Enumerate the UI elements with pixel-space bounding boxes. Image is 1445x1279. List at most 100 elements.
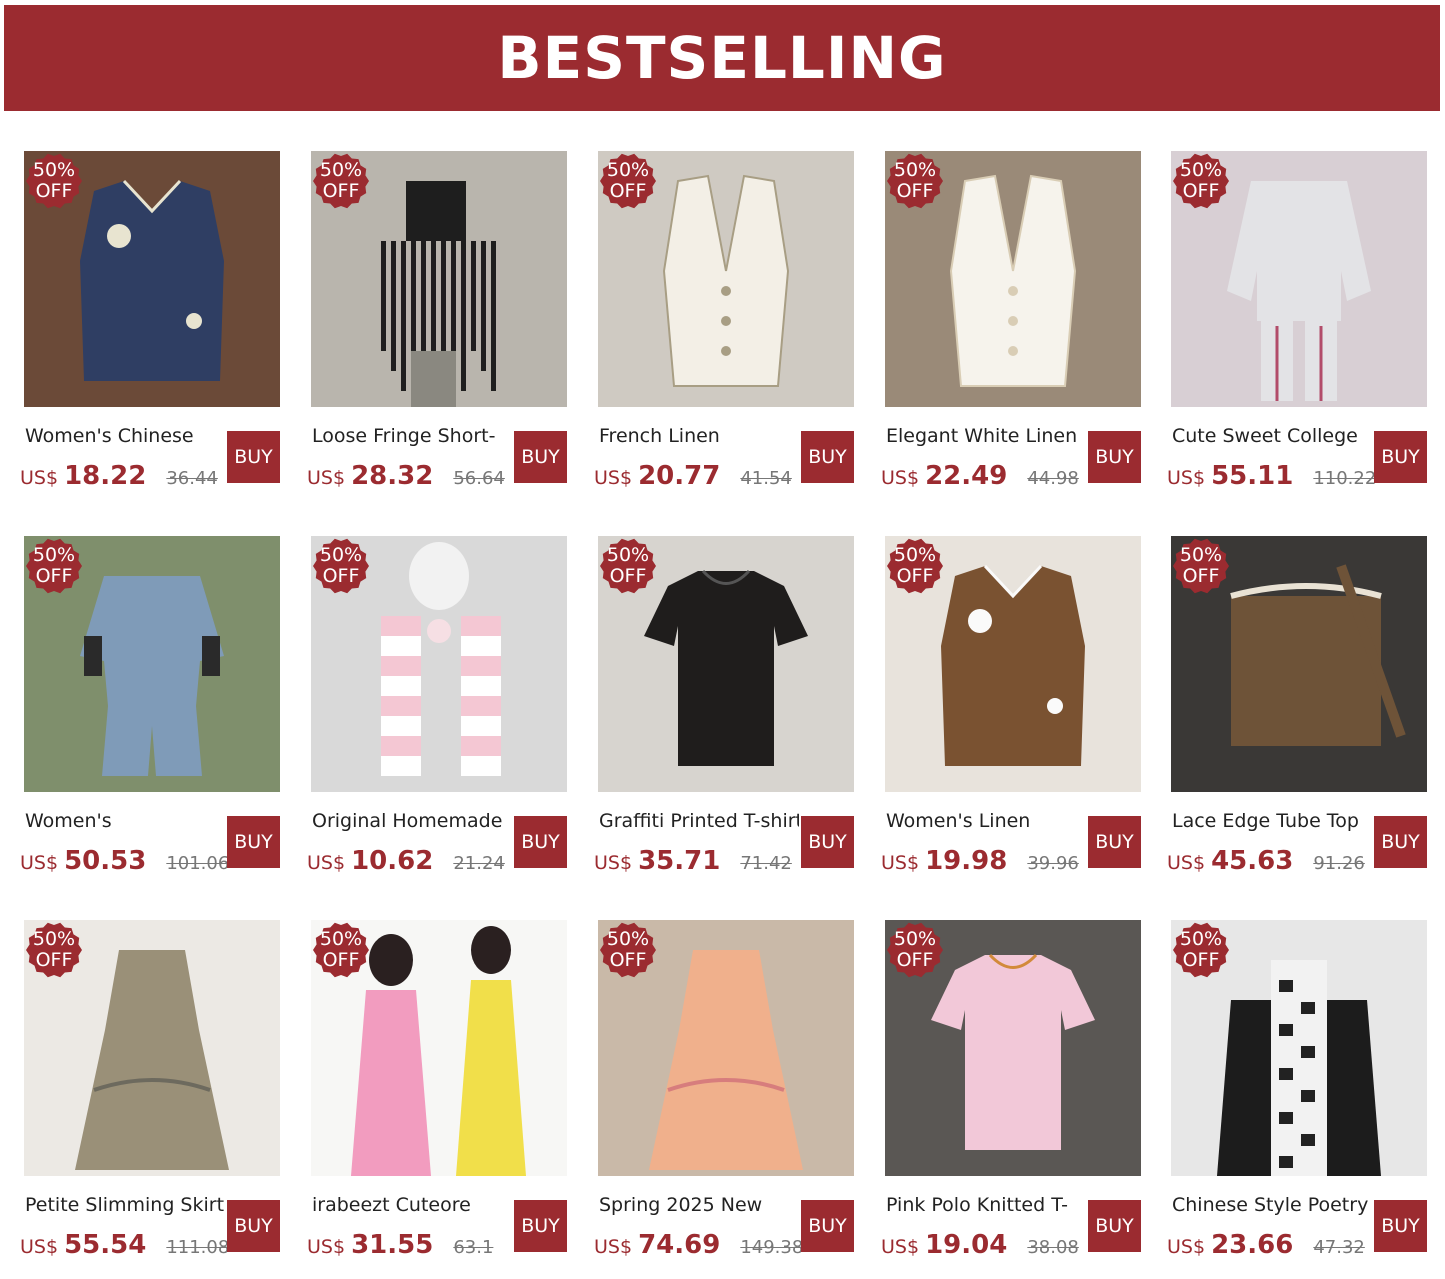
discount-percent: 50% <box>893 159 937 181</box>
sale-price: 35.71 <box>638 846 721 876</box>
buy-button[interactable]: BUY <box>1374 816 1427 868</box>
discount-badge: 50% OFF <box>600 538 656 594</box>
product-title[interactable]: Petite Slimming Skirt <box>25 1194 225 1216</box>
discount-percent: 50% <box>893 928 937 950</box>
sale-price: 45.63 <box>1211 846 1294 876</box>
discount-percent: 50% <box>893 544 937 566</box>
buy-button[interactable]: BUY <box>1374 1200 1427 1252</box>
original-price: 38.08 <box>1027 1237 1079 1258</box>
price-row: US$ 55.11 110.22 <box>1167 461 1377 491</box>
product-card[interactable]: 50% OFF Chinese Style Poetry US$ 23.66 47.3… <box>1167 920 1435 1270</box>
buy-button[interactable]: BUY <box>1088 816 1141 868</box>
discount-off: OFF <box>1182 180 1220 202</box>
discount-badge: 50% OFF <box>313 538 369 594</box>
product-title[interactable]: Graffiti Printed T-shirt <box>599 810 799 832</box>
product-title[interactable]: Original Homemade <box>312 810 512 832</box>
sale-price: 55.54 <box>64 1230 147 1260</box>
buy-button[interactable]: BUY <box>514 1200 567 1252</box>
product-title[interactable]: Cute Sweet College <box>1172 425 1372 447</box>
discount-off: OFF <box>896 565 934 587</box>
buy-button[interactable]: BUY <box>514 431 567 483</box>
product-card[interactable]: 50% OFF Loose Fringe Short- US$ 28.32 56.64… <box>307 151 575 501</box>
product-card[interactable]: 50% OFF Women's Linen US$ 19.98 39.96 BUY <box>881 536 1149 886</box>
buy-button[interactable]: BUY <box>514 816 567 868</box>
price-row: US$ 19.98 39.96 <box>881 846 1091 876</box>
product-card[interactable]: 50% OFF Petite Slimming Skirt US$ 55.54 111… <box>20 920 288 1270</box>
price-row: US$ 19.04 38.08 <box>881 1230 1091 1260</box>
price-row: US$ 74.69 149.38 <box>594 1230 804 1260</box>
buy-button[interactable]: BUY <box>227 816 280 868</box>
buy-button[interactable]: BUY <box>801 1200 854 1252</box>
buy-button[interactable]: BUY <box>1088 1200 1141 1252</box>
product-card[interactable]: 50% OFF Cute Sweet College US$ 55.11 110.22… <box>1167 151 1435 501</box>
product-title[interactable]: Loose Fringe Short- <box>312 425 512 447</box>
product-title[interactable]: Women's Linen <box>886 810 1086 832</box>
product-card[interactable]: 50% OFF Pink Polo Knitted T- US$ 19.04 38.0… <box>881 920 1149 1270</box>
product-title[interactable]: Elegant White Linen <box>886 425 1086 447</box>
buy-button[interactable]: BUY <box>1088 431 1141 483</box>
currency-label: US$ <box>881 852 920 874</box>
product-title[interactable]: Chinese Style Poetry <box>1172 1194 1372 1216</box>
currency-label: US$ <box>881 1236 920 1258</box>
product-title[interactable]: irabeezt Cuteore <box>312 1194 512 1216</box>
buy-button[interactable]: BUY <box>227 1200 280 1252</box>
product-card[interactable]: 50% OFF Women's Chinese US$ 18.22 36.44 BUY <box>20 151 288 501</box>
original-price: 149.38 <box>740 1237 804 1258</box>
buy-button[interactable]: BUY <box>801 431 854 483</box>
product-card[interactable]: 50% OFF Elegant White Linen US$ 22.49 44.98… <box>881 151 1149 501</box>
price-row: US$ 23.66 47.32 <box>1167 1230 1377 1260</box>
discount-badge: 50% OFF <box>1173 538 1229 594</box>
discount-off: OFF <box>322 949 360 971</box>
discount-off: OFF <box>1182 949 1220 971</box>
original-price: 101.06 <box>166 853 230 874</box>
discount-off: OFF <box>35 949 73 971</box>
product-title[interactable]: Pink Polo Knitted T- <box>886 1194 1086 1216</box>
buy-button[interactable]: BUY <box>801 816 854 868</box>
product-title[interactable]: Women's Chinese <box>25 425 225 447</box>
currency-label: US$ <box>20 852 59 874</box>
discount-percent: 50% <box>32 544 76 566</box>
buy-button[interactable]: BUY <box>227 431 280 483</box>
product-title[interactable]: Spring 2025 New <box>599 1194 799 1216</box>
discount-badge: 50% OFF <box>26 538 82 594</box>
product-title[interactable]: French Linen <box>599 425 799 447</box>
discount-percent: 50% <box>1179 159 1223 181</box>
product-card[interactable]: 50% OFF Lace Edge Tube Top US$ 45.63 91.26 … <box>1167 536 1435 886</box>
original-price: 71.42 <box>740 853 792 874</box>
product-card[interactable]: 50% OFF Original Homemade US$ 10.62 21.24 B… <box>307 536 575 886</box>
currency-label: US$ <box>1167 467 1206 489</box>
discount-off: OFF <box>609 180 647 202</box>
currency-label: US$ <box>1167 852 1206 874</box>
product-card[interactable]: 50% OFF irabeezt Cuteore US$ 31.55 63.1 BUY <box>307 920 575 1270</box>
original-price: 63.1 <box>453 1237 494 1258</box>
original-price: 21.24 <box>453 853 505 874</box>
discount-badge: 50% OFF <box>600 922 656 978</box>
price-row: US$ 18.22 36.44 <box>20 461 230 491</box>
price-row: US$ 50.53 101.06 <box>20 846 230 876</box>
price-row: US$ 45.63 91.26 <box>1167 846 1377 876</box>
product-title[interactable]: Lace Edge Tube Top <box>1172 810 1372 832</box>
discount-badge: 50% OFF <box>1173 153 1229 209</box>
discount-badge: 50% OFF <box>313 922 369 978</box>
buy-button[interactable]: BUY <box>1374 431 1427 483</box>
product-card[interactable]: 50% OFF Spring 2025 New US$ 74.69 149.38 BU… <box>594 920 862 1270</box>
product-card[interactable]: 50% OFF Graffiti Printed T-shirt US$ 35.71… <box>594 536 862 886</box>
discount-badge: 50% OFF <box>887 538 943 594</box>
original-price: 91.26 <box>1313 853 1365 874</box>
discount-badge: 50% OFF <box>887 922 943 978</box>
discount-badge: 50% OFF <box>26 922 82 978</box>
currency-label: US$ <box>307 467 346 489</box>
discount-badge: 50% OFF <box>26 153 82 209</box>
product-card[interactable]: 50% OFF French Linen US$ 20.77 41.54 BUY <box>594 151 862 501</box>
discount-off: OFF <box>609 565 647 587</box>
currency-label: US$ <box>594 852 633 874</box>
discount-off: OFF <box>322 565 360 587</box>
product-card[interactable]: 50% OFF Women's US$ 50.53 101.06 BUY <box>20 536 288 886</box>
sale-price: 50.53 <box>64 846 147 876</box>
discount-badge: 50% OFF <box>600 153 656 209</box>
currency-label: US$ <box>594 1236 633 1258</box>
discount-off: OFF <box>322 180 360 202</box>
discount-off: OFF <box>896 180 934 202</box>
discount-percent: 50% <box>319 544 363 566</box>
product-title[interactable]: Women's <box>25 810 225 832</box>
